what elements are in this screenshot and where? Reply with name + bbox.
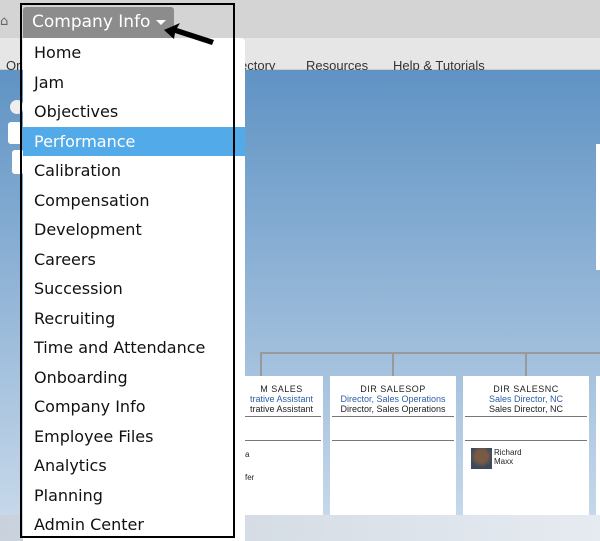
menu-item-admin-center[interactable]: Admin Center xyxy=(23,510,245,540)
menu-item-objectives[interactable]: Objectives xyxy=(23,97,245,127)
menu-item-onboarding[interactable]: Onboarding xyxy=(23,363,245,393)
menu-item-time-and-attendance[interactable]: Time and Attendance xyxy=(23,333,245,363)
person-first-name[interactable]: Richard xyxy=(494,448,522,457)
dropdown-label: Company Info xyxy=(32,12,151,32)
menu-item-calibration[interactable]: Calibration xyxy=(23,156,245,186)
module-menu: Home Jam Objectives Performance Calibrat… xyxy=(23,38,245,541)
position-code: DIR SALESOP xyxy=(360,384,426,394)
toggle-control[interactable] xyxy=(10,100,24,114)
connector-line xyxy=(260,352,262,376)
position-title: Sales Director, NC xyxy=(488,394,564,404)
org-card[interactable] xyxy=(596,376,600,515)
menu-item-compensation[interactable]: Compensation xyxy=(23,186,245,216)
menu-item-development[interactable]: Development xyxy=(23,215,245,245)
connector-line xyxy=(392,352,394,376)
org-card[interactable]: DIR SALESNC Sales Director, NC Sales Dir… xyxy=(463,376,589,515)
menu-item-succession[interactable]: Succession xyxy=(23,274,245,304)
connector-line xyxy=(260,352,600,354)
pointer-arrow-icon xyxy=(164,23,214,45)
avatar xyxy=(471,448,492,469)
person-detail: fer xyxy=(245,473,255,482)
position-title: Director, Sales Operations xyxy=(340,404,446,414)
person-entry[interactable]: Richard Maxx xyxy=(471,448,522,469)
menu-item-planning[interactable]: Planning xyxy=(23,481,245,511)
menu-item-careers[interactable]: Careers xyxy=(23,245,245,275)
menu-item-company-info[interactable]: Company Info xyxy=(23,392,245,422)
company-info-dropdown[interactable]: Company Info xyxy=(23,7,174,38)
position-title: Sales Director, NC xyxy=(488,404,564,414)
menu-item-recruiting[interactable]: Recruiting xyxy=(23,304,245,334)
side-panel xyxy=(596,144,600,270)
person-last-name: Maxx xyxy=(494,457,514,466)
menu-item-employee-files[interactable]: Employee Files xyxy=(23,422,245,452)
zoom-control[interactable] xyxy=(8,122,22,144)
org-card[interactable]: DIR SALESOP Director, Sales Operations D… xyxy=(330,376,456,515)
menu-item-jam[interactable]: Jam xyxy=(23,68,245,98)
position-code: DIR SALESNC xyxy=(493,384,559,394)
person-name[interactable]: a xyxy=(245,450,249,459)
position-title: Director, Sales Operations xyxy=(340,394,446,404)
connector-line xyxy=(525,352,527,376)
home-icon[interactable]: ⌂ xyxy=(0,14,14,29)
menu-item-performance[interactable]: Performance xyxy=(23,126,245,156)
menu-item-analytics[interactable]: Analytics xyxy=(23,451,245,481)
